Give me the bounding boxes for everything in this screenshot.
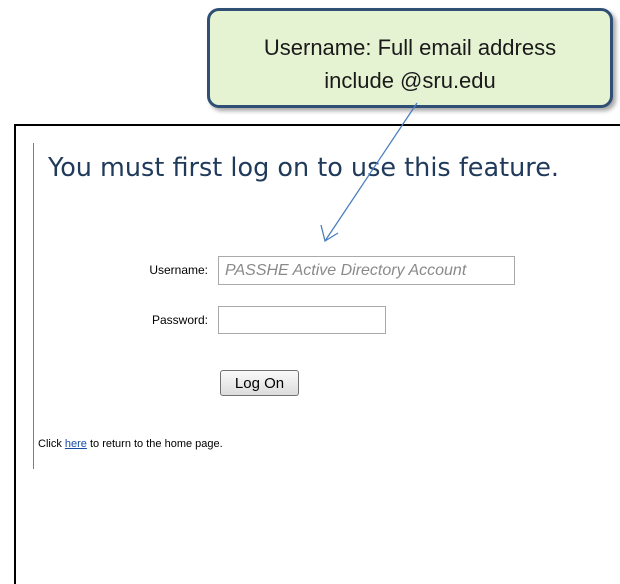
username-callout: Username: Full email address include @sr… <box>207 8 613 108</box>
home-page-link[interactable]: here <box>65 438 87 450</box>
password-input[interactable] <box>218 306 386 334</box>
password-label: Password: <box>151 313 208 327</box>
callout-line-1: Username: Full email address <box>263 35 557 60</box>
callout-line-2: include @sru.edu <box>324 68 496 93</box>
footer-suffix: to return to the home page. <box>86 438 223 450</box>
page-frame <box>14 124 620 584</box>
log-on-button[interactable]: Log On <box>220 370 299 396</box>
username-label: Username: <box>149 263 208 277</box>
content-divider <box>33 143 34 469</box>
footer-prefix: Click <box>38 438 65 450</box>
username-input[interactable] <box>218 256 515 285</box>
page-title: You must first log on to use this featur… <box>48 153 559 183</box>
return-home-text: Click here to return to the home page. <box>38 438 223 450</box>
